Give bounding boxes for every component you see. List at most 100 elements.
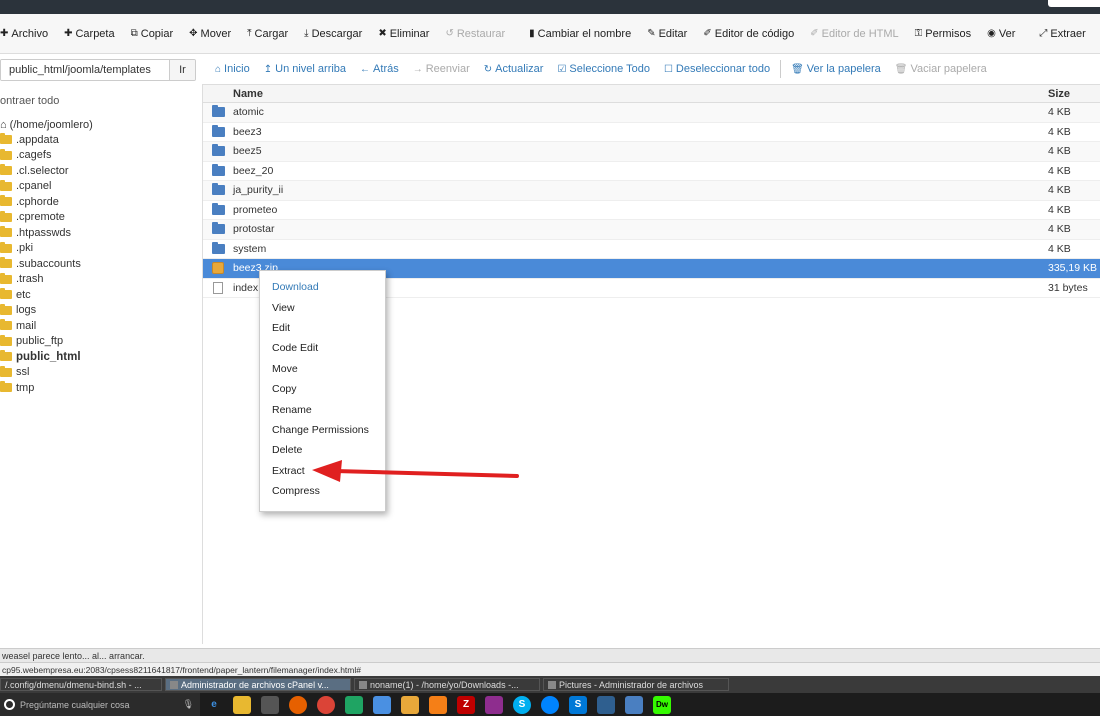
cortana-icon xyxy=(4,699,15,710)
forward-button[interactable]: → Reenviar xyxy=(406,63,477,75)
menu-item-move[interactable]: Move xyxy=(260,359,385,379)
taskbar-window-active[interactable]: Administrador de archivos cPanel v... xyxy=(165,678,351,691)
tree-item-tmp[interactable]: tmp xyxy=(0,380,200,396)
empty-trash-button[interactable]: 🗑 Vaciar papelera xyxy=(888,63,994,75)
menu-item-code-edit[interactable]: Code Edit xyxy=(260,338,385,358)
arrow-left-icon: ← xyxy=(360,63,371,75)
column-header-name[interactable]: Name xyxy=(233,88,1048,100)
permissions-button[interactable]: ⚿ Permisos xyxy=(907,14,979,53)
table-row[interactable]: beez3 4 KB xyxy=(203,123,1100,142)
tree-item-htpasswds[interactable]: .htpasswds xyxy=(0,225,200,241)
notepad-icon[interactable] xyxy=(625,695,643,714)
select-all-button[interactable]: ☑ Seleccione Todo xyxy=(550,63,657,75)
menu-item-view[interactable]: View xyxy=(260,297,385,317)
extract-button[interactable]: ⤢ Extraer xyxy=(1031,14,1093,53)
view-trash-button[interactable]: 🗑 Ver la papelera xyxy=(784,63,888,75)
taskbar-window[interactable]: /.config/dmenu/dmenu-bind.sh - ... xyxy=(0,678,162,691)
skype-business-icon[interactable]: S xyxy=(569,695,587,714)
tree-item-cagefs[interactable]: .cagefs xyxy=(0,148,200,164)
tree-item-mail[interactable]: mail xyxy=(0,318,200,334)
tree-item-public-html[interactable]: public_html xyxy=(0,349,200,365)
taskbar-window[interactable]: Pictures - Administrador de archivos xyxy=(543,678,729,691)
copy-button[interactable]: ⧉ Copiar xyxy=(123,14,182,53)
tree-item-cpremote[interactable]: .cpremote xyxy=(0,210,200,226)
edit-icon: ✐ xyxy=(810,28,819,39)
window-icon xyxy=(548,680,556,689)
os-taskbar: Pregúntame cualquier cosa 🎙 e Z S S Dw xyxy=(0,693,1100,716)
top-search-box[interactable] xyxy=(1048,0,1100,7)
window-icon xyxy=(359,680,367,689)
tree-item-subaccounts[interactable]: .subaccounts xyxy=(0,256,200,272)
taskbar-window[interactable]: noname(1) - /home/yo/Downloads -... xyxy=(354,678,540,691)
dreamweaver-icon[interactable]: Dw xyxy=(653,695,671,714)
folder-icon xyxy=(211,202,225,215)
reload-button[interactable]: ↻ Actualizar xyxy=(477,63,551,75)
back-button[interactable]: ← Atrás xyxy=(353,63,406,75)
tree-item-pki[interactable]: .pki xyxy=(0,241,200,257)
tree-item-trash[interactable]: .trash xyxy=(0,272,200,288)
go-button[interactable]: Ir xyxy=(169,60,195,80)
table-row[interactable]: protostar 4 KB xyxy=(203,220,1100,240)
tree-item-etc[interactable]: etc xyxy=(0,287,200,303)
tree-item-cphorde[interactable]: .cphorde xyxy=(0,194,200,210)
restore-button[interactable]: ↺ Restaurar xyxy=(437,14,513,53)
refresh-icon: ↻ xyxy=(483,63,493,75)
tree-item-ssl[interactable]: ssl xyxy=(0,365,200,381)
download-button[interactable]: ⤓ Descargar xyxy=(296,14,370,53)
tree-item-appdata[interactable]: .appdata xyxy=(0,132,200,148)
folder-icon xyxy=(0,210,12,222)
menu-item-edit[interactable]: Edit xyxy=(260,318,385,338)
table-row[interactable]: beez5 4 KB xyxy=(203,142,1100,162)
store-icon[interactable] xyxy=(261,695,279,714)
edge-browser-icon[interactable]: e xyxy=(205,696,223,714)
code-editor-button[interactable]: ✐ Editor de código xyxy=(695,14,802,53)
new-folder-button[interactable]: ✚ Carpeta xyxy=(56,14,123,53)
tree-item-cpanel[interactable]: .cpanel xyxy=(0,179,200,195)
delete-button[interactable]: ✖ Eliminar xyxy=(370,14,437,53)
table-row[interactable]: system 4 KB xyxy=(203,240,1100,259)
table-row[interactable]: ja_purity_ii 4 KB xyxy=(203,181,1100,201)
slack-icon[interactable] xyxy=(485,695,503,714)
trash-icon: 🗑 xyxy=(791,63,804,75)
app-icon[interactable] xyxy=(373,695,391,714)
new-file-button[interactable]: ✚ Archivo xyxy=(0,14,56,53)
view-button[interactable]: ◉ Ver xyxy=(979,14,1023,53)
menu-item-change-permissions[interactable]: Change Permissions xyxy=(260,420,385,440)
drive-icon[interactable] xyxy=(345,695,363,714)
up-one-level-button[interactable]: ↥ Un nivel arriba xyxy=(257,63,353,75)
table-row[interactable]: beez_20 4 KB xyxy=(203,162,1100,181)
skype-icon[interactable]: S xyxy=(513,695,531,714)
keys-icon[interactable] xyxy=(401,695,419,714)
table-row[interactable]: prometeo 4 KB xyxy=(203,201,1100,220)
column-header-size[interactable]: Size xyxy=(1048,88,1100,100)
filezilla-icon[interactable]: Z xyxy=(457,695,475,714)
xampp-icon[interactable] xyxy=(429,695,447,714)
table-row[interactable]: atomic 4 KB xyxy=(203,103,1100,123)
tree-item-logs[interactable]: logs xyxy=(0,303,200,319)
menu-item-copy[interactable]: Copy xyxy=(260,379,385,399)
tree-item-public-ftp[interactable]: public_ftp xyxy=(0,334,200,350)
path-input[interactable] xyxy=(1,60,169,80)
unselect-all-button[interactable]: ☐ Deseleccionar todo xyxy=(657,63,777,75)
collapse-all-link[interactable]: ontraer todo xyxy=(0,85,200,115)
home-button[interactable]: ⌂ Inicio xyxy=(208,63,257,75)
edit-button[interactable]: ✎ Editar xyxy=(639,14,695,53)
file-rows: atomic 4 KB beez3 4 KB beez5 4 KB beez_20 4 … xyxy=(203,103,1100,298)
menu-item-download[interactable]: Download xyxy=(260,277,385,297)
move-button[interactable]: ✥ Mover xyxy=(181,14,239,53)
rename-button[interactable]: ▮ Cambiar el nombre xyxy=(521,14,639,53)
folder-icon xyxy=(0,272,12,284)
messenger-icon[interactable] xyxy=(541,695,559,714)
tree-item-cl-selector[interactable]: .cl.selector xyxy=(0,163,200,179)
html-editor-button[interactable]: ✐ Editor de HTML xyxy=(802,14,906,53)
tree-root-home[interactable]: ⌂ (/home/joomlero) xyxy=(0,117,200,132)
firefox-icon[interactable] xyxy=(289,695,307,714)
cortana-search[interactable]: Pregúntame cualquier cosa 🎙 xyxy=(0,693,200,716)
file-list-header: Name Size xyxy=(203,85,1100,103)
menu-item-rename[interactable]: Rename xyxy=(260,399,385,419)
virtualbox-icon[interactable] xyxy=(597,695,615,714)
file-explorer-icon[interactable] xyxy=(233,695,251,714)
chrome-icon[interactable] xyxy=(317,695,335,714)
compress-button[interactable]: ⤡C xyxy=(1094,14,1100,53)
upload-button[interactable]: ⤒ Cargar xyxy=(239,14,296,53)
